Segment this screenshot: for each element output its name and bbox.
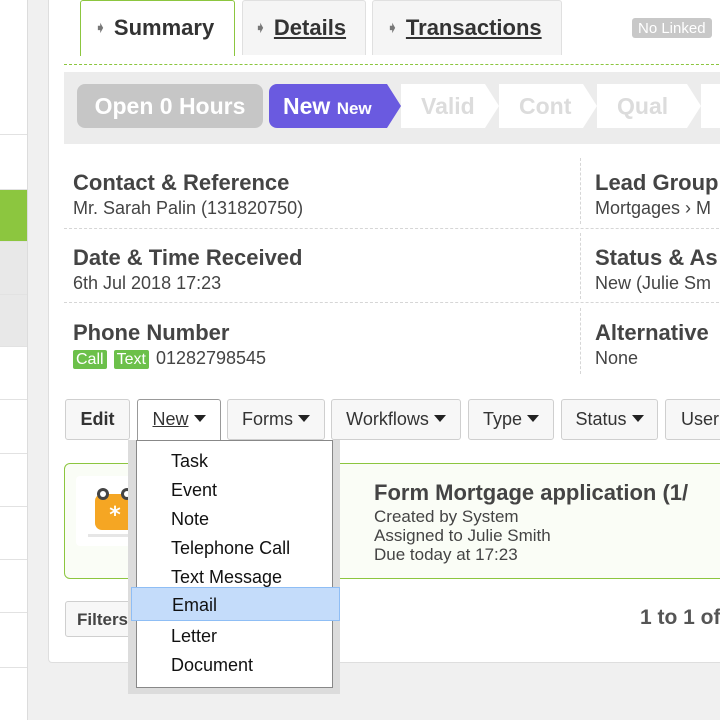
- open-hours-stage: Open 0 Hours: [77, 84, 263, 128]
- forms-dropdown-button[interactable]: Forms: [227, 399, 325, 440]
- phone-heading: Phone Number: [73, 320, 230, 345]
- arrow-right-icon: ➧: [387, 20, 398, 35]
- contact-value: Mr. Sarah Palin (131820750): [73, 198, 304, 218]
- menu-item-note[interactable]: Note: [137, 505, 332, 534]
- caret-down-icon: [631, 415, 644, 422]
- menu-item-event[interactable]: Event: [137, 476, 332, 505]
- new-dropdown-menu: Task Event Note Telephone Call Text Mess…: [131, 440, 340, 688]
- sidebar-row[interactable]: [0, 560, 27, 613]
- menu-item-letter[interactable]: Letter: [137, 622, 332, 651]
- filters-button[interactable]: Filters: [65, 601, 135, 637]
- tab-summary[interactable]: ➧ Summary: [80, 0, 235, 56]
- task-due: Due today at 17:23: [374, 545, 518, 564]
- stage-qual[interactable]: Qual: [597, 84, 701, 128]
- workflows-dropdown-button[interactable]: Workflows: [331, 399, 461, 440]
- tab-label: Details: [273, 15, 347, 40]
- user-button-label: User: [681, 409, 720, 429]
- date-heading: Date & Time Received: [73, 245, 303, 270]
- task-assigned-to: Assigned to Julie Smith: [374, 526, 551, 545]
- user-dropdown-button[interactable]: User: [665, 399, 720, 440]
- status-info: Status & As New (Julie Sm: [595, 245, 718, 294]
- tab-divider: [64, 64, 720, 65]
- caret-down-icon: [193, 415, 206, 422]
- phone-value: 01282798545: [155, 348, 267, 368]
- sidebar-row[interactable]: [0, 400, 27, 454]
- sidebar-row[interactable]: [0, 135, 27, 190]
- status-heading: Status & As: [595, 245, 718, 270]
- arrow-right-icon: ➧: [255, 20, 266, 35]
- sidebar-item-active[interactable]: [0, 190, 27, 242]
- column-divider: [580, 308, 581, 374]
- alternative-value: None: [595, 348, 639, 368]
- caret-down-icon: [433, 415, 446, 422]
- sidebar-row[interactable]: [0, 613, 27, 668]
- svg-text:*: *: [109, 503, 121, 528]
- left-sidebar: [0, 0, 28, 720]
- sidebar-row[interactable]: [0, 242, 27, 295]
- current-stage[interactable]: New New: [269, 84, 401, 128]
- lead-group-value: Mortgages › M: [595, 198, 712, 218]
- caret-down-icon: [527, 415, 540, 422]
- sidebar-row[interactable]: [0, 454, 27, 507]
- column-divider: [580, 233, 581, 299]
- new-dropdown-button[interactable]: New: [137, 399, 221, 443]
- date-info: Date & Time Received 6th Jul 2018 17:23: [73, 245, 302, 294]
- menu-item-document[interactable]: Document: [137, 651, 332, 680]
- new-button-label: New: [152, 409, 189, 429]
- divider: [64, 228, 720, 229]
- date-value: 6th Jul 2018 17:23: [73, 273, 222, 293]
- status-value: New (Julie Sm: [595, 273, 712, 293]
- workflows-button-label: Workflows: [346, 409, 429, 429]
- status-dropdown-button[interactable]: Status: [561, 399, 658, 440]
- stage-next[interactable]: C: [701, 84, 720, 128]
- sidebar-row[interactable]: [0, 347, 27, 400]
- column-divider: [580, 158, 581, 224]
- alternative-info: Alternative None: [595, 320, 709, 369]
- divider: [64, 302, 720, 303]
- pagination-text: 1 to 1 of: [640, 606, 720, 629]
- contact-info: Contact & Reference Mr. Sarah Palin (131…: [73, 170, 303, 219]
- sidebar-row[interactable]: [0, 0, 27, 135]
- status-button-label: Status: [575, 409, 627, 429]
- call-tag[interactable]: Call: [73, 350, 107, 369]
- tab-label: Transactions: [405, 15, 542, 40]
- sidebar-row[interactable]: [0, 295, 27, 347]
- no-linked-badge: No Linked: [632, 18, 712, 38]
- task-title[interactable]: Form Mortgage application (1/: [374, 480, 688, 506]
- text-tag[interactable]: Text: [113, 350, 149, 369]
- menu-item-email[interactable]: Email: [131, 587, 340, 621]
- tab-label: Summary: [113, 15, 215, 40]
- tab-details[interactable]: ➧ Details: [242, 0, 366, 55]
- task-created-by: Created by System: [374, 507, 519, 526]
- caret-down-icon: [298, 415, 310, 422]
- menu-item-telephone-call[interactable]: Telephone Call: [137, 534, 332, 563]
- type-button-label: Type: [482, 409, 523, 429]
- lead-group-info: Lead Group Mortgages › M: [595, 170, 718, 219]
- menu-item-task[interactable]: Task: [137, 447, 332, 476]
- current-stage-label: New: [283, 93, 331, 119]
- arrow-right-icon: ➧: [95, 20, 106, 35]
- contact-heading: Contact & Reference: [73, 170, 290, 195]
- edit-button[interactable]: Edit: [65, 399, 130, 440]
- phone-info: Phone Number Call Text 01282798545: [73, 320, 266, 369]
- forms-button-label: Forms: [242, 409, 293, 429]
- current-stage-sub: New: [336, 99, 372, 118]
- stage-valid[interactable]: Valid: [401, 84, 499, 128]
- status-pipeline: Open 0 Hours New New Valid Cont Qual C: [64, 72, 720, 144]
- type-dropdown-button[interactable]: Type: [468, 399, 554, 440]
- tab-transactions[interactable]: ➧ Transactions: [372, 0, 562, 55]
- alternative-heading: Alternative: [595, 320, 709, 345]
- lead-group-heading: Lead Group: [595, 170, 719, 195]
- stage-cont[interactable]: Cont: [499, 84, 597, 128]
- sidebar-row[interactable]: [0, 507, 27, 560]
- phone-row: Call Text 01282798545: [73, 348, 266, 369]
